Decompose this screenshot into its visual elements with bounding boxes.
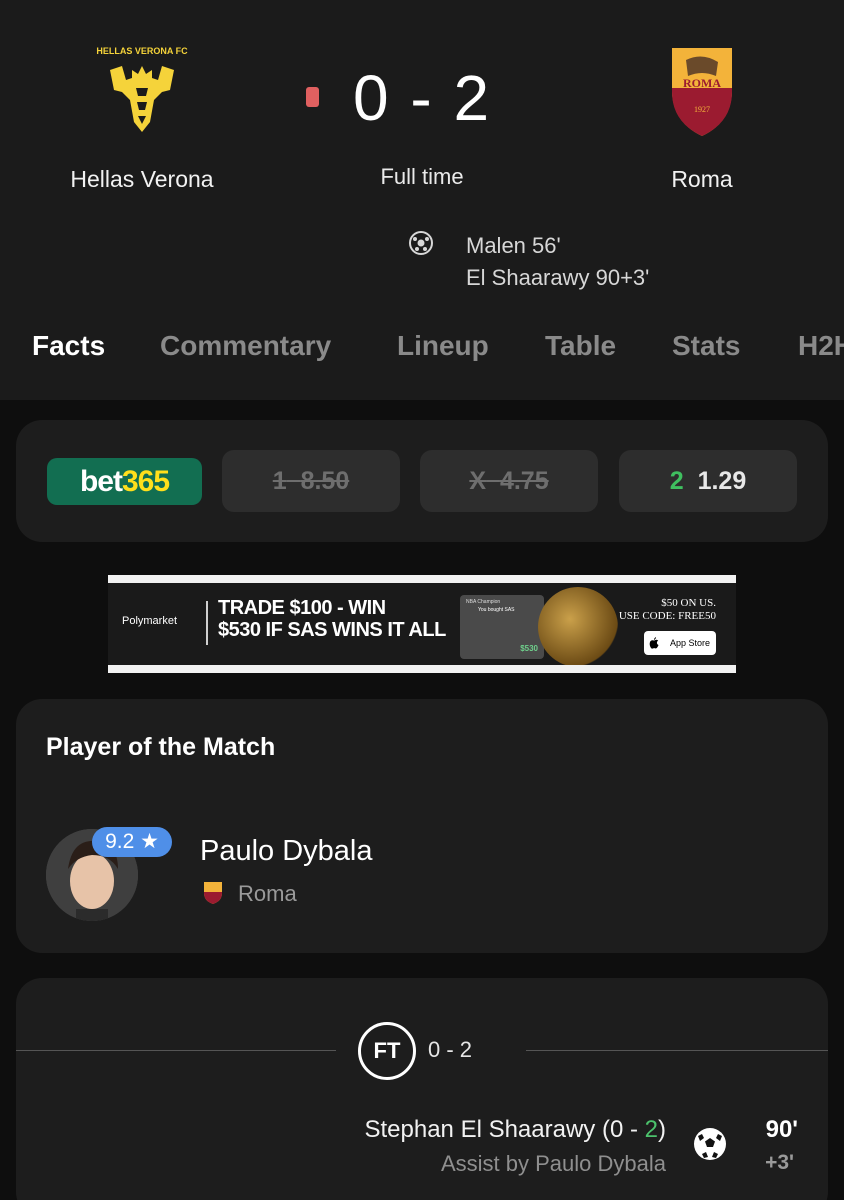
player-team-name: Roma bbox=[238, 881, 297, 906]
tab-h2h[interactable]: H2H bbox=[798, 330, 844, 362]
tab-table[interactable]: Table bbox=[545, 330, 616, 362]
away-team-name: Roma bbox=[671, 166, 733, 192]
ad-divider bbox=[206, 601, 208, 645]
ad-content: Polymarket TRADE $100 - WIN $530 IF SAS … bbox=[108, 583, 736, 665]
ft-score: 0 - 2 bbox=[428, 1037, 473, 1062]
player-of-the-match-card[interactable]: Player of the Match 9.2 ★ Paulo Dybala R… bbox=[16, 699, 828, 953]
ad-headline: TRADE $100 - WIN $530 IF SAS WINS IT ALL bbox=[218, 597, 446, 641]
match-events-card: FT 0 - 2 Stephan El Shaarawy (0 - 2) Ass… bbox=[16, 978, 828, 1200]
svg-text:HELLAS VERONA FC: HELLAS VERONA FC bbox=[96, 46, 188, 56]
match-score: 0 - 2 bbox=[352, 62, 492, 134]
odds-home-button[interactable]: 1 8.50 bbox=[222, 450, 400, 512]
football-icon bbox=[409, 231, 433, 255]
player-name: Paulo Dybala bbox=[200, 835, 373, 867]
ad-bet-widget: NBA Champion You bought SAS $530 bbox=[460, 595, 544, 659]
home-team[interactable]: HELLAS VERONA FC Hellas Verona bbox=[32, 40, 252, 193]
ad-brand: Polymarket bbox=[122, 615, 178, 627]
match-status: Full time bbox=[380, 164, 464, 189]
star-icon: ★ bbox=[140, 830, 159, 853]
player-rating-badge: 9.2 ★ bbox=[92, 827, 172, 857]
goal-event[interactable]: Stephan El Shaarawy (0 - 2) bbox=[364, 1116, 666, 1144]
goal-item: Malen 56' bbox=[466, 233, 561, 258]
goal-list: Malen 56' El Shaarawy 90+3' bbox=[466, 230, 766, 294]
event-minute: 90' bbox=[765, 1116, 798, 1143]
bet365-logo[interactable]: bet365 bbox=[47, 458, 202, 505]
apple-icon bbox=[649, 637, 659, 649]
full-time-marker: FT 0 - 2 bbox=[336, 1022, 526, 1080]
ad-trophy-image bbox=[538, 587, 618, 665]
ad-banner[interactable]: Polymarket TRADE $100 - WIN $530 IF SAS … bbox=[108, 575, 736, 673]
match-tabs: Facts Commentary Lineup Table Stats H2H bbox=[0, 330, 844, 374]
app-store-badge[interactable]: App Store bbox=[644, 631, 716, 655]
ad-promo-text: $50 ON US. USE CODE: FREE50 bbox=[618, 597, 716, 622]
scorer-name: Stephan El Shaarawy bbox=[364, 1116, 596, 1143]
svg-text:1927: 1927 bbox=[694, 105, 710, 114]
event-added-time: +3' bbox=[765, 1151, 794, 1174]
tab-stats[interactable]: Stats bbox=[672, 330, 740, 362]
red-card-indicator bbox=[306, 87, 319, 107]
hellas-verona-crest-icon: HELLAS VERONA FC bbox=[96, 46, 188, 132]
tab-commentary[interactable]: Commentary bbox=[160, 330, 331, 362]
odds-card: bet365 1 8.50 X 4.75 2 1.29 bbox=[16, 420, 828, 542]
ft-badge: FT bbox=[358, 1022, 416, 1080]
odds-draw-button[interactable]: X 4.75 bbox=[420, 450, 598, 512]
goal-item: El Shaarawy 90+3' bbox=[466, 265, 650, 290]
potm-title: Player of the Match bbox=[46, 733, 276, 761]
scoreboard: 0 - 2 Full time bbox=[300, 60, 544, 190]
roma-crest-icon bbox=[204, 882, 222, 904]
home-team-name: Hellas Verona bbox=[70, 166, 214, 192]
football-icon bbox=[694, 1128, 726, 1160]
away-team[interactable]: ROMA 1927 Roma bbox=[592, 40, 812, 193]
assist-text: Assist by Paulo Dybala bbox=[441, 1151, 666, 1176]
odds-away-button[interactable]: 2 1.29 bbox=[619, 450, 797, 512]
tab-lineup[interactable]: Lineup bbox=[397, 330, 489, 362]
roma-crest-icon: ROMA 1927 bbox=[672, 48, 732, 136]
tab-facts[interactable]: Facts bbox=[32, 330, 105, 362]
svg-text:ROMA: ROMA bbox=[683, 76, 721, 90]
match-header: HELLAS VERONA FC Hellas Verona 0 - 2 Ful… bbox=[0, 0, 844, 400]
